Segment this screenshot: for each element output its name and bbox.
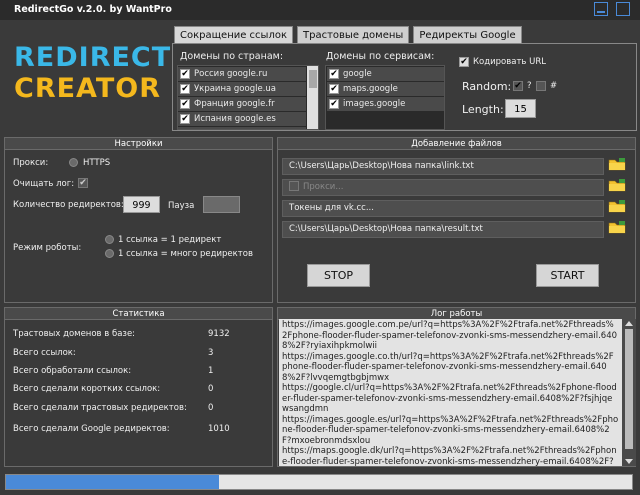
service-item-images[interactable]: ✔ images.google [327, 97, 444, 111]
stat-trust-domains-label: Трастовых доменов в базе: [13, 329, 136, 339]
random-label: Random: [462, 80, 512, 93]
pause-label: Пауза [168, 201, 195, 211]
mode-one-label: 1 ссылка = 1 редирект [118, 235, 222, 245]
checkbox-icon[interactable]: ✔ [180, 99, 190, 109]
mode-label: Режим роботы: [13, 243, 82, 253]
stat-trust-redirects-label: Всего сделали трастовых редиректов: [13, 403, 187, 413]
encode-url-option[interactable]: ✔ Кодировать URL [459, 57, 546, 67]
countries-scrollbar[interactable] [307, 66, 318, 129]
log-textarea[interactable]: https://images.google.com.pe/url?q=https… [279, 319, 622, 466]
proxy-file-field[interactable]: Прокси... [282, 179, 604, 196]
country-item-fr[interactable]: ✔ Франция google.fr [178, 97, 306, 111]
proxy-https-radio[interactable] [69, 158, 78, 167]
stat-processed-value: 1 [208, 366, 214, 376]
logo: REDIRECT CREATOR [14, 42, 171, 104]
countries-list: ✔ Россия google.ru ✔ Украина google.ua ✔ Фр… [177, 65, 319, 130]
clear-log-checkbox[interactable]: ✔ [78, 178, 88, 188]
folder-icon[interactable] [608, 179, 626, 192]
proxy-https-label: HTTPS [83, 158, 111, 168]
stat-total-links-label: Всего ссылок: [13, 348, 76, 358]
redirect-count-input[interactable]: 999 [123, 196, 160, 213]
link-file-field[interactable]: C:\Users\Царь\Desktop\Нова папка\link.tx… [282, 158, 604, 175]
stats-header: Статистика [5, 308, 272, 320]
random-q-option[interactable]: ✔ ? [513, 81, 532, 91]
minimize-button[interactable] [594, 2, 608, 16]
tab-bar: Сокращение ссылок Трастовые домены Редир… [174, 26, 522, 43]
scroll-down-icon[interactable] [625, 459, 633, 464]
minimize-icon [597, 11, 605, 13]
checkbox-icon[interactable]: ✔ [329, 69, 339, 79]
log-scrollbar[interactable] [622, 319, 636, 466]
title-bar: RedirectGo v.2.0. by WantPro [0, 0, 640, 20]
proxy-label: Прокси: [13, 158, 49, 168]
country-item-partial[interactable]: ✔ [178, 127, 306, 130]
folder-icon[interactable] [608, 221, 626, 234]
stat-short-links-value: 0 [208, 384, 214, 394]
mode-many-label: 1 ссылка = много редиректов [118, 249, 253, 259]
log-text: https://images.google.com.pe/url?q=https… [282, 320, 619, 466]
redirect-count-label: Количество редиректов: [13, 200, 124, 210]
result-file-field[interactable]: C:\Users\Царь\Desktop\Нова папка\result.… [282, 221, 604, 238]
stat-trust-domains-value: 9132 [208, 329, 230, 339]
stat-total-links-value: 3 [208, 348, 214, 358]
length-label: Length: [462, 103, 504, 116]
mode-many-radio[interactable] [105, 249, 114, 258]
country-item-ru[interactable]: ✔ Россия google.ru [178, 67, 306, 81]
tab-google-redirects[interactable]: Редиректы Google [413, 26, 522, 43]
services-label: Домены по сервисам: [326, 51, 435, 62]
stat-google-redirects-value: 1010 [208, 424, 230, 434]
length-input[interactable]: 15 [505, 99, 536, 118]
clear-log-label: Очищать лог: [13, 179, 75, 189]
checkbox-icon[interactable]: ✔ [329, 99, 339, 109]
checkbox-icon[interactable]: ✔ [180, 129, 190, 130]
progress-fill [6, 475, 219, 489]
countries-label: Домены по странам: [180, 51, 284, 62]
scroll-thumb[interactable] [625, 329, 633, 449]
checkbox-icon[interactable]: ✔ [180, 114, 190, 124]
stat-processed-label: Всего обработали ссылок: [13, 366, 132, 376]
window-title: RedirectGo v.2.0. by WantPro [14, 4, 172, 15]
proxy-file-checkbox[interactable] [289, 180, 299, 191]
tab-shorten-links[interactable]: Сокращение ссылок [174, 26, 293, 43]
tab-trust-domains[interactable]: Трастовые домены [297, 26, 410, 43]
checkbox-icon[interactable]: ✔ [180, 84, 190, 94]
mode-one-radio[interactable] [105, 235, 114, 244]
settings-header: Настройки [5, 138, 272, 150]
files-header: Добавление файлов [278, 138, 635, 150]
services-list: ✔ google ✔ maps.google ✔ images.google [325, 65, 445, 130]
service-item-maps[interactable]: ✔ maps.google [327, 82, 444, 96]
scroll-up-icon[interactable] [625, 321, 633, 326]
country-item-ua[interactable]: ✔ Украина google.ua [178, 82, 306, 96]
start-button[interactable]: START [536, 264, 599, 287]
tokens-file-field[interactable]: Токены для vk.cc... [282, 200, 604, 217]
scroll-thumb[interactable] [309, 70, 317, 88]
checkbox-icon[interactable]: ✔ [459, 57, 469, 67]
stop-button[interactable]: STOP [307, 264, 370, 287]
pause-input[interactable] [203, 196, 240, 213]
logo-line1: REDIRECT [14, 42, 172, 73]
service-item-google[interactable]: ✔ google [327, 67, 444, 81]
checkbox-icon[interactable]: ✔ [329, 84, 339, 94]
stat-google-redirects-label: Всего сделали Google редиректов: [13, 424, 170, 434]
logo-line2: CREATOR [14, 73, 162, 104]
checkbox-icon[interactable]: ✔ [180, 69, 190, 79]
stat-trust-redirects-value: 0 [208, 403, 214, 413]
random-hash-option[interactable]: # [536, 81, 557, 91]
encode-url-label: Кодировать URL [473, 57, 546, 67]
folder-icon[interactable] [608, 200, 626, 213]
folder-icon[interactable] [608, 158, 626, 171]
checkbox-icon[interactable]: ✔ [513, 81, 523, 91]
maximize-button[interactable] [616, 2, 630, 16]
country-item-es[interactable]: ✔ Испания google.es [178, 112, 306, 126]
stat-short-links-label: Всего сделали коротких ссылок: [13, 384, 161, 394]
progress-bar [5, 474, 633, 490]
checkbox-icon[interactable] [536, 81, 546, 91]
